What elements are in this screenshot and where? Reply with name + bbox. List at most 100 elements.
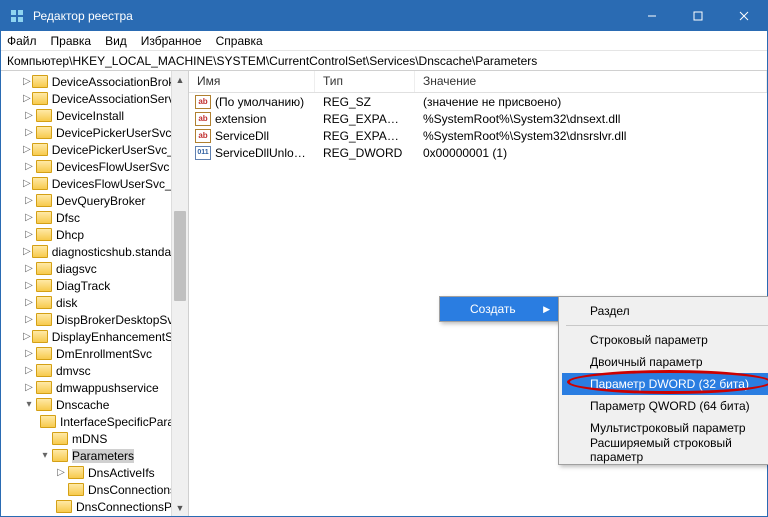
tree-item[interactable]: ▷DisplayEnhancementService (1, 328, 188, 345)
tree-item[interactable]: ▷DiagTrack (1, 277, 188, 294)
scroll-up-icon[interactable]: ▲ (172, 71, 188, 88)
folder-icon (36, 398, 52, 411)
tree-scrollbar[interactable]: ▲ ▼ (171, 71, 188, 516)
ctx-expandstring[interactable]: Расширяемый строковый параметр (562, 439, 768, 461)
folder-icon (36, 109, 52, 122)
tree-label: DeviceInstall (56, 109, 124, 123)
tree-item[interactable]: ▷DevicePickerUserSvc (1, 124, 188, 141)
menu-view[interactable]: Вид (105, 34, 127, 48)
row-type: REG_EXPAND_SZ (315, 129, 415, 143)
menu-help[interactable]: Справка (216, 34, 263, 48)
folder-icon (56, 500, 72, 513)
value-type-icon: ab (195, 95, 211, 109)
tree-item[interactable]: DnsConnections (1, 481, 188, 498)
list-row[interactable]: abextensionREG_EXPAND_SZ%SystemRoot%\Sys… (189, 110, 767, 127)
list-row[interactable]: abServiceDllREG_EXPAND_SZ%SystemRoot%\Sy… (189, 127, 767, 144)
expand-icon[interactable]: ▷ (23, 161, 35, 173)
tree-label: DevicesFlowUserSvc (56, 160, 169, 174)
ctx-create[interactable]: Создать ▶ (440, 297, 558, 321)
minimize-button[interactable] (629, 1, 675, 31)
ctx-create-label: Создать (470, 302, 516, 316)
expand-icon[interactable] (39, 433, 51, 445)
tree-item[interactable]: ▷diagsvc (1, 260, 188, 277)
expand-icon[interactable]: ▷ (23, 178, 31, 190)
tree-item[interactable]: DnsConnectionsProxies (1, 498, 188, 515)
expand-icon[interactable]: ▷ (23, 229, 35, 241)
tree-item[interactable]: ▷DnsPolicyConfig (1, 515, 188, 516)
tree-item[interactable]: ▷diagnosticshub.standardcollect (1, 243, 188, 260)
tree-item[interactable]: ▷DispBrokerDesktopSvc (1, 311, 188, 328)
tree-item[interactable]: ▷ DevQueryBroker (1, 192, 188, 209)
list-row[interactable]: ab(По умолчанию)REG_SZ(значение не присв… (189, 93, 767, 110)
tree-item[interactable]: ▷ DevicesFlowUserSvc (1, 158, 188, 175)
folder-icon (36, 347, 52, 360)
tree-item[interactable]: ▾Dnscache (1, 396, 188, 413)
expand-icon[interactable]: ▷ (55, 467, 67, 479)
value-type-icon: ab (195, 112, 211, 126)
menu-file[interactable]: Файл (7, 34, 37, 48)
titlebar[interactable]: Редактор реестра (1, 1, 767, 31)
tree-item[interactable]: ▷dmwappushservice (1, 379, 188, 396)
tree-item[interactable]: mDNS (1, 430, 188, 447)
expand-icon[interactable]: ▷ (23, 314, 35, 326)
ctx-dword32[interactable]: Параметр DWORD (32 бита) (562, 373, 768, 395)
ctx-qword64[interactable]: Параметр QWORD (64 бита) (562, 395, 768, 417)
expand-icon[interactable]: ▷ (23, 212, 35, 224)
col-name[interactable]: Имя (189, 71, 315, 92)
maximize-button[interactable] (675, 1, 721, 31)
ctx-string[interactable]: Строковый параметр (562, 329, 768, 351)
folder-icon (32, 75, 48, 88)
expand-icon[interactable]: ▷ (23, 93, 31, 105)
menu-favorites[interactable]: Избранное (141, 34, 202, 48)
scroll-down-icon[interactable]: ▼ (172, 499, 188, 516)
list-row[interactable]: 011ServiceDllUnloadOnSt...REG_DWORD0x000… (189, 144, 767, 161)
row-type: REG_EXPAND_SZ (315, 112, 415, 126)
folder-icon (36, 364, 52, 377)
tree-item[interactable]: InterfaceSpecificParameters (1, 413, 188, 430)
expand-icon[interactable] (55, 484, 67, 496)
folder-icon (36, 211, 52, 224)
expand-icon[interactable]: ▷ (23, 76, 31, 88)
col-type[interactable]: Тип (315, 71, 415, 92)
tree-item[interactable]: ▷Dhcp (1, 226, 188, 243)
expand-icon[interactable]: ▷ (23, 127, 35, 139)
tree-item[interactable]: ▷Dfsc (1, 209, 188, 226)
expand-icon[interactable]: ▷ (23, 195, 35, 207)
tree-item[interactable]: ▷DnsActiveIfs (1, 464, 188, 481)
expand-icon[interactable]: ▷ (23, 280, 35, 292)
row-name: (По умолчанию) (215, 95, 312, 109)
tree-label: DevQueryBroker (56, 194, 145, 208)
expand-icon[interactable]: ▾ (39, 450, 51, 462)
menu-edit[interactable]: Правка (51, 34, 92, 48)
tree-item[interactable]: ▷DevicesFlowUserSvc_29ec9 (1, 175, 188, 192)
tree-item[interactable]: ▷disk (1, 294, 188, 311)
row-value: %SystemRoot%\System32\dnsext.dll (415, 112, 767, 126)
row-name: ServiceDllUnloadOnSt... (215, 146, 315, 160)
tree-item[interactable]: ▷DeviceAssociationService (1, 90, 188, 107)
tree-item[interactable]: ▾Parameters (1, 447, 188, 464)
ctx-key[interactable]: Раздел (562, 300, 768, 322)
expand-icon[interactable]: ▷ (23, 144, 31, 156)
tree-item[interactable]: ▷DmEnrollmentSvc (1, 345, 188, 362)
tree-item[interactable]: ▷DevicePickerUserSvc_29ec9 (1, 141, 188, 158)
expand-icon[interactable]: ▾ (23, 399, 35, 411)
folder-icon (32, 177, 48, 190)
expand-icon[interactable]: ▷ (23, 246, 31, 258)
expand-icon[interactable]: ▷ (23, 382, 35, 394)
window-title: Редактор реестра (33, 9, 629, 23)
addressbar[interactable]: Компьютер\HKEY_LOCAL_MACHINE\SYSTEM\Curr… (1, 51, 767, 71)
expand-icon[interactable]: ▷ (23, 331, 31, 343)
tree-item[interactable]: ▷dmvsc (1, 362, 188, 379)
tree-item[interactable]: ▷ DeviceInstall (1, 107, 188, 124)
folder-icon (36, 381, 52, 394)
expand-icon[interactable]: ▷ (23, 263, 35, 275)
close-button[interactable] (721, 1, 767, 31)
expand-icon[interactable]: ▷ (23, 297, 35, 309)
tree-item[interactable]: ▷DeviceAssociationBrokerSvc_29 (1, 73, 188, 90)
expand-icon[interactable]: ▷ (23, 110, 35, 122)
ctx-binary[interactable]: Двоичный параметр (562, 351, 768, 373)
expand-icon[interactable]: ▷ (23, 348, 35, 360)
col-value[interactable]: Значение (415, 71, 767, 92)
expand-icon[interactable]: ▷ (23, 365, 35, 377)
scroll-thumb[interactable] (174, 211, 186, 301)
